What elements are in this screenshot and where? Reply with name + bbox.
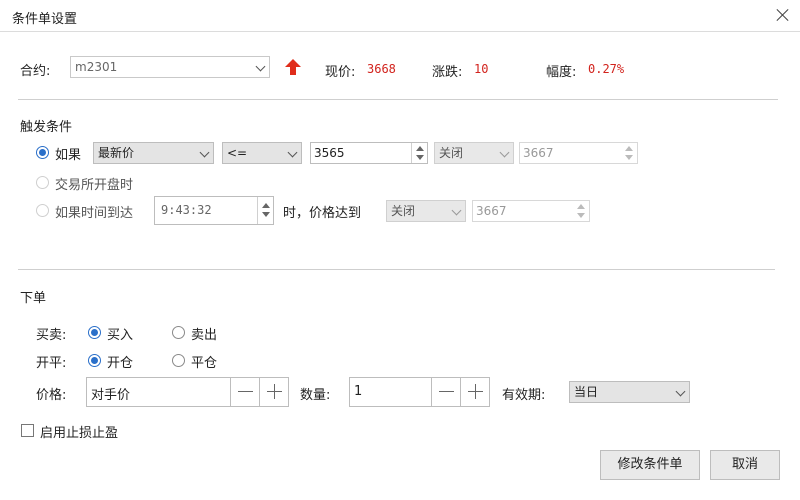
open-label: 开仓: [107, 356, 134, 371]
spin-down-icon[interactable]: [262, 212, 270, 217]
price-stepper[interactable]: 对手价: [86, 377, 289, 407]
close-label: 平仓: [191, 356, 218, 371]
time-stepper[interactable]: 9:43:32: [154, 196, 274, 225]
price-label: 价格:: [36, 388, 67, 403]
contract-select[interactable]: m2301: [70, 56, 270, 78]
switch1-select[interactable]: 关闭: [434, 142, 514, 164]
spin-up-icon[interactable]: [577, 204, 585, 209]
minus-icon[interactable]: [230, 378, 259, 406]
chevron-down-icon: [499, 147, 510, 158]
spin-down-icon[interactable]: [577, 213, 585, 218]
buy-sell-label: 买卖:: [36, 328, 67, 343]
spin-down-icon[interactable]: [625, 155, 633, 160]
operator-value: <=: [227, 146, 248, 160]
plus-icon[interactable]: [259, 378, 288, 406]
spin-buttons[interactable]: [573, 201, 589, 221]
spin-up-icon[interactable]: [625, 146, 633, 151]
chevron-down-icon: [451, 205, 462, 216]
value2-stepper[interactable]: 3667: [472, 200, 590, 222]
amplitude-label: 幅度:: [546, 65, 577, 80]
spin-buttons[interactable]: [257, 197, 273, 224]
arrow-up-icon: [285, 59, 301, 75]
operator-select[interactable]: <=: [222, 142, 302, 164]
spin-buttons[interactable]: [621, 143, 637, 163]
amplitude-value: 0.27%: [588, 62, 625, 76]
stop-loss-checkbox[interactable]: [21, 424, 34, 437]
minus-icon[interactable]: [431, 378, 460, 406]
divider: [18, 269, 775, 270]
price-value: 对手价: [91, 388, 131, 403]
current-price-label: 现价:: [325, 65, 356, 80]
switch1-value: 关闭: [439, 146, 464, 160]
trigger-price-value: 3565: [314, 146, 345, 160]
spin-up-icon[interactable]: [262, 203, 270, 208]
trigger-time-radio[interactable]: [36, 204, 49, 217]
sell-radio[interactable]: [172, 326, 185, 339]
qty-stepper[interactable]: 1: [349, 377, 490, 407]
switch2-select[interactable]: 关闭: [386, 200, 466, 222]
trigger-open-radio[interactable]: [36, 176, 49, 189]
trigger-if-radio[interactable]: [36, 146, 49, 159]
qty-value: 1: [354, 384, 363, 399]
modify-button[interactable]: 修改条件单: [600, 450, 700, 480]
plus-icon[interactable]: [460, 378, 489, 406]
open-close-label: 开平:: [36, 356, 67, 371]
chevron-down-icon: [287, 147, 298, 158]
trigger-time-label: 如果时间到达: [55, 206, 134, 221]
stop-loss-label: 启用止损止盈: [40, 426, 119, 441]
title-bar: 条件单设置: [0, 0, 800, 32]
sell-label: 卖出: [191, 328, 218, 343]
time-value: 9:43:32: [161, 203, 212, 217]
chevron-down-icon: [255, 61, 266, 72]
close-icon[interactable]: [775, 7, 791, 23]
open-radio[interactable]: [88, 354, 101, 367]
chevron-down-icon: [675, 386, 686, 397]
price-type-value: 最新价: [98, 146, 135, 160]
order-section-title: 下单: [20, 291, 47, 306]
value1-stepper[interactable]: 3667: [519, 142, 638, 164]
trigger-if-label: 如果: [55, 148, 82, 163]
buy-radio[interactable]: [88, 326, 101, 339]
cancel-button[interactable]: 取消: [710, 450, 780, 480]
value2-value: 3667: [476, 204, 507, 218]
change-label: 涨跌:: [432, 65, 463, 80]
divider: [18, 99, 778, 100]
spin-buttons[interactable]: [411, 143, 427, 163]
qty-label: 数量:: [300, 388, 331, 403]
time-suffix-label: 时，价格达到: [283, 206, 362, 221]
price-type-select[interactable]: 最新价: [93, 142, 214, 164]
validity-select[interactable]: 当日: [569, 381, 690, 403]
spin-up-icon[interactable]: [416, 146, 424, 151]
validity-value: 当日: [574, 385, 599, 399]
current-price-value: 3668: [367, 62, 396, 76]
value1-value: 3667: [523, 146, 554, 160]
trigger-price-stepper[interactable]: 3565: [310, 142, 428, 164]
buy-label: 买入: [107, 328, 134, 343]
trigger-section-title: 触发条件: [20, 120, 73, 135]
change-value: 10: [474, 62, 489, 76]
validity-label: 有效期:: [502, 388, 546, 403]
switch2-value: 关闭: [391, 204, 416, 218]
chevron-down-icon: [199, 147, 210, 158]
contract-label: 合约:: [20, 64, 51, 79]
contract-value: m2301: [75, 60, 118, 74]
spin-down-icon[interactable]: [416, 155, 424, 160]
close-radio[interactable]: [172, 354, 185, 367]
trigger-open-label: 交易所开盘时: [55, 178, 134, 193]
window-title: 条件单设置: [12, 12, 78, 27]
